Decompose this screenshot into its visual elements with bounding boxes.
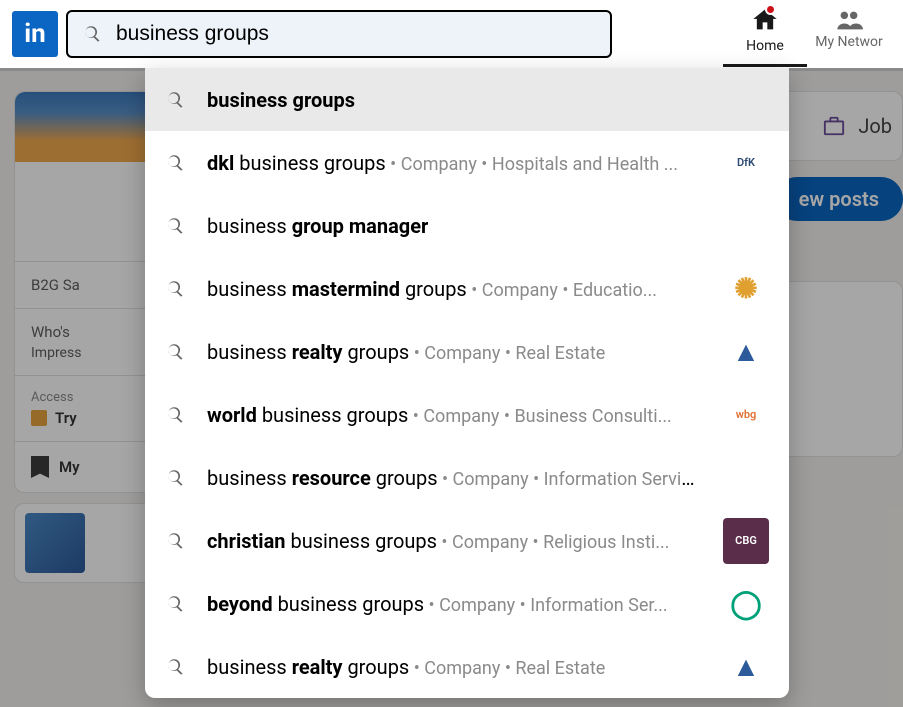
suggestion-text: beyond business groups • Company • Infor… — [207, 592, 701, 616]
suggestion-text: business resource groups • Company • Inf… — [207, 466, 701, 490]
search-wrapper: business groupsdkl business groups • Com… — [66, 10, 612, 58]
nav-home-label: Home — [746, 38, 784, 54]
company-logo: DfK — [723, 140, 769, 186]
search-icon — [165, 90, 185, 110]
company-logo: ◯ — [723, 581, 769, 627]
company-logo — [723, 203, 769, 249]
search-icon — [165, 153, 185, 173]
search-icon — [165, 594, 185, 614]
suggestion-item[interactable]: business group manager — [145, 194, 789, 257]
company-logo: ▲ — [723, 329, 769, 375]
suggestion-text: business groups — [207, 88, 701, 112]
suggestion-item[interactable]: business mastermind groups • Company • E… — [145, 257, 789, 320]
search-icon — [165, 468, 185, 488]
search-icon — [165, 216, 185, 236]
suggestion-text: world business groups • Company • Busine… — [207, 403, 701, 427]
search-icon — [165, 657, 185, 677]
company-logo — [723, 77, 769, 123]
search-input[interactable] — [116, 22, 596, 46]
search-icon — [165, 531, 185, 551]
header-bar: in business groupsdkl business groups • … — [0, 0, 903, 68]
top-nav: Home My Networ — [723, 2, 891, 67]
nav-network[interactable]: My Networ — [807, 2, 891, 67]
company-logo: ✺ — [723, 266, 769, 312]
company-logo: ▲ — [723, 644, 769, 690]
suggestion-item[interactable]: business realty groups • Company • Real … — [145, 320, 789, 383]
company-logo: CBG — [723, 518, 769, 564]
search-icon — [165, 405, 185, 425]
suggestion-item[interactable]: christian business groups • Company • Re… — [145, 509, 789, 572]
nav-home[interactable]: Home — [723, 2, 807, 67]
suggestion-text: business mastermind groups • Company • E… — [207, 277, 701, 301]
search-box[interactable] — [66, 10, 612, 58]
search-suggestions-dropdown: business groups dkl business groups • Com… — [145, 68, 789, 698]
linkedin-logo[interactable]: in — [12, 11, 58, 57]
search-icon — [165, 342, 185, 362]
search-icon — [165, 279, 185, 299]
suggestion-item[interactable]: world business groups • Company • Busine… — [145, 383, 789, 446]
suggestion-text: business realty groups • Company • Real … — [207, 655, 701, 679]
suggestion-item[interactable]: business resource groups • Company • Inf… — [145, 446, 789, 509]
suggestion-text: christian business groups • Company • Re… — [207, 529, 701, 553]
company-logo: wbg — [723, 392, 769, 438]
notification-dot-icon — [765, 4, 776, 15]
people-icon — [834, 6, 864, 34]
search-icon — [82, 24, 102, 44]
suggestion-item[interactable]: business groups — [145, 68, 789, 131]
suggestion-text: dkl business groups • Company • Hospital… — [207, 151, 701, 175]
company-logo — [723, 455, 769, 501]
suggestion-item[interactable]: beyond business groups • Company • Infor… — [145, 572, 789, 635]
suggestion-text: business realty groups • Company • Real … — [207, 340, 701, 364]
nav-network-label: My Networ — [815, 34, 883, 50]
suggestion-text: business group manager — [207, 214, 701, 238]
suggestion-item[interactable]: business realty groups • Company • Real … — [145, 635, 789, 698]
suggestion-item[interactable]: dkl business groups • Company • Hospital… — [145, 131, 789, 194]
